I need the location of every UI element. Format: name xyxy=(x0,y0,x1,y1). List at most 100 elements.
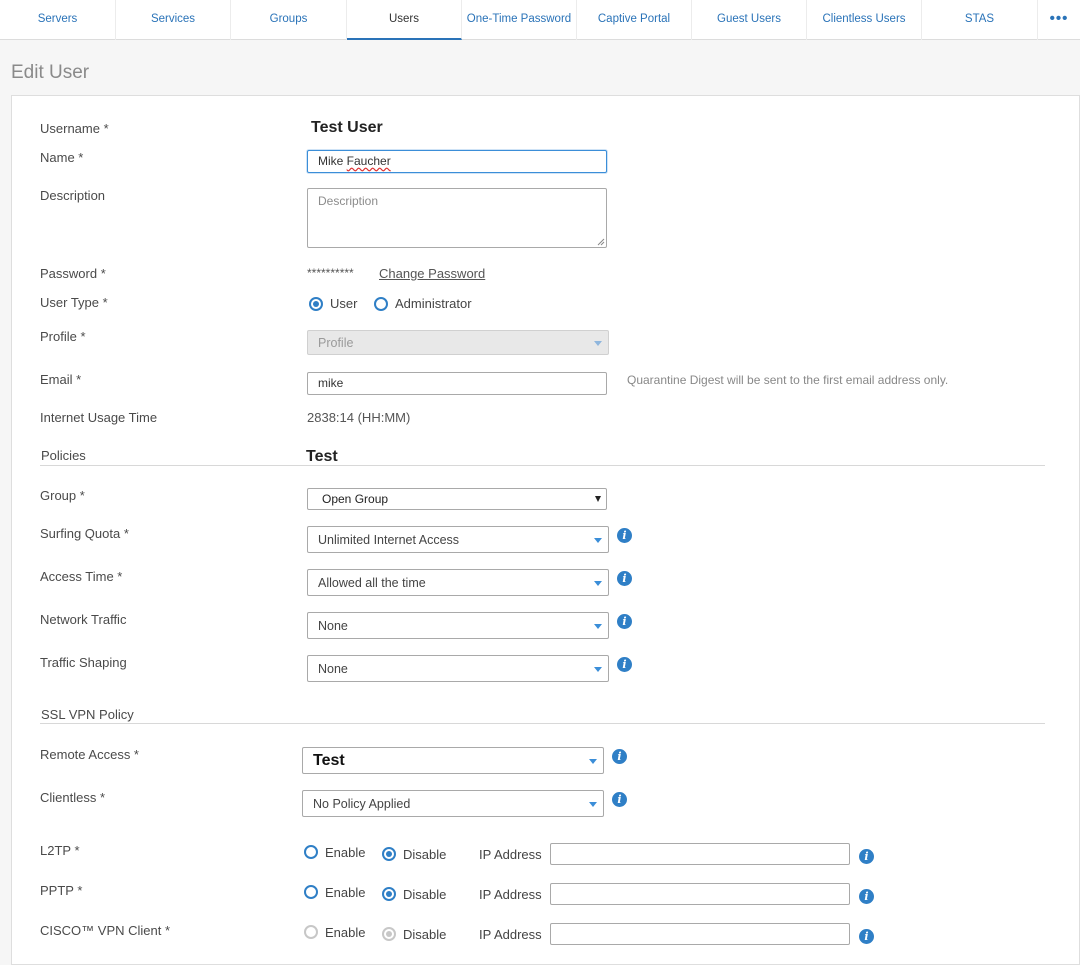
top-tab-bar: Servers Services Groups Users One-Time P… xyxy=(0,0,1080,40)
info-icon[interactable]: i xyxy=(617,614,632,629)
email-field-value: mike xyxy=(318,376,344,390)
pptp-disable-radio[interactable] xyxy=(382,887,396,901)
l2tp-disable-label: Disable xyxy=(403,847,447,862)
traffic-shaping-label: Traffic Shaping xyxy=(40,655,127,670)
traffic-shaping-select-value: None xyxy=(318,661,348,676)
username-value: Test User xyxy=(311,119,383,136)
chevron-down-icon xyxy=(594,580,602,586)
change-password-link[interactable]: Change Password xyxy=(379,266,485,281)
cisco-disable-radio[interactable] xyxy=(382,927,396,941)
clientless-select-value: No Policy Applied xyxy=(313,796,411,811)
remote-access-label: Remote Access * xyxy=(40,747,139,762)
edit-user-form: Username * Test User Name * Mike Faucher… xyxy=(11,95,1080,965)
user-type-label: User Type * xyxy=(40,295,108,310)
internet-usage-label: Internet Usage Time xyxy=(40,410,158,425)
tab-captive-portal[interactable]: Captive Portal xyxy=(577,0,692,40)
tab-groups[interactable]: Groups xyxy=(231,0,347,40)
l2tp-enable-label: Enable xyxy=(325,845,366,860)
l2tp-label: L2TP * xyxy=(40,843,80,858)
surfing-quota-label: Surfing Quota * xyxy=(40,526,129,541)
chevron-down-icon xyxy=(594,623,602,629)
info-icon[interactable]: i xyxy=(617,571,632,586)
group-select-value: Open Group xyxy=(322,492,389,506)
info-icon[interactable]: i xyxy=(859,849,874,864)
cisco-enable-radio[interactable] xyxy=(304,925,318,939)
user-type-user-radio[interactable] xyxy=(309,297,323,311)
info-icon[interactable]: i xyxy=(612,792,627,807)
internet-usage-value: 2838:14 (HH:MM) xyxy=(307,410,411,425)
name-field-first: Mike xyxy=(318,154,347,168)
info-icon[interactable]: i xyxy=(617,528,632,543)
clientless-select[interactable]: No Policy Applied xyxy=(302,790,604,817)
surfing-quota-select-value: Unlimited Internet Access xyxy=(318,532,460,547)
chevron-down-icon xyxy=(595,496,601,502)
chevron-down-icon xyxy=(589,801,597,807)
chevron-down-icon xyxy=(589,758,597,764)
user-type-user-label: User xyxy=(330,296,358,311)
email-field[interactable]: mike xyxy=(307,372,607,395)
resize-handle-icon[interactable] xyxy=(597,238,605,246)
access-time-select-value: Allowed all the time xyxy=(318,575,426,590)
pptp-enable-label: Enable xyxy=(325,885,366,900)
cisco-ip-label: IP Address xyxy=(479,927,542,942)
cisco-disable-label: Disable xyxy=(403,927,447,942)
profile-select[interactable]: Profile xyxy=(307,330,609,355)
tab-guest-users[interactable]: Guest Users xyxy=(692,0,807,40)
cisco-ip-field[interactable] xyxy=(550,923,850,945)
ssl-vpn-section-label: SSL VPN Policy xyxy=(41,707,134,722)
l2tp-ip-field[interactable] xyxy=(550,843,850,865)
tab-clientless-users[interactable]: Clientless Users xyxy=(807,0,922,40)
username-label: Username * xyxy=(40,121,109,136)
l2tp-disable-radio[interactable] xyxy=(382,847,396,861)
profile-label: Profile * xyxy=(40,329,86,344)
email-note: Quarantine Digest will be sent to the fi… xyxy=(627,373,949,387)
info-icon[interactable]: i xyxy=(617,657,632,672)
password-masked: ********** xyxy=(307,266,354,280)
tab-stas[interactable]: STAS xyxy=(922,0,1038,40)
network-traffic-select[interactable]: None xyxy=(307,612,609,639)
access-time-label: Access Time * xyxy=(40,569,123,584)
page-title: Edit User xyxy=(11,62,90,83)
surfing-quota-select[interactable]: Unlimited Internet Access xyxy=(307,526,609,553)
remote-access-select-value: Test xyxy=(313,751,345,769)
description-label: Description xyxy=(40,188,106,203)
chevron-down-icon xyxy=(594,666,602,672)
pptp-label: PPTP * xyxy=(40,883,83,898)
group-select[interactable]: Open Group xyxy=(307,488,607,510)
name-field[interactable]: Mike Faucher xyxy=(307,150,607,173)
tab-servers[interactable]: Servers xyxy=(0,0,116,40)
tab-users[interactable]: Users xyxy=(347,0,462,40)
policies-section-label: Policies xyxy=(41,448,86,463)
more-tabs-icon[interactable]: ••• xyxy=(1038,0,1080,40)
chevron-down-icon xyxy=(594,537,602,543)
group-label: Group * xyxy=(40,488,85,503)
remote-access-select[interactable]: Test xyxy=(302,747,604,774)
user-type-administrator-radio[interactable] xyxy=(374,297,388,311)
clientless-label: Clientless * xyxy=(40,790,106,805)
l2tp-ip-label: IP Address xyxy=(479,847,542,862)
email-label: Email * xyxy=(40,372,82,387)
pptp-ip-field[interactable] xyxy=(550,883,850,905)
policies-section-value: Test xyxy=(306,448,338,465)
info-icon[interactable]: i xyxy=(859,929,874,944)
info-icon[interactable]: i xyxy=(612,749,627,764)
name-label: Name * xyxy=(40,150,84,165)
cisco-vpn-label: CISCO™ VPN Client * xyxy=(40,923,171,938)
traffic-shaping-select[interactable]: None xyxy=(307,655,609,682)
password-label: Password * xyxy=(40,266,106,281)
ssl-vpn-divider xyxy=(40,723,1045,724)
pptp-disable-label: Disable xyxy=(403,887,447,902)
tab-services[interactable]: Services xyxy=(116,0,231,40)
tab-one-time-password[interactable]: One-Time Password xyxy=(462,0,577,40)
description-textarea[interactable]: Description xyxy=(307,188,607,248)
access-time-select[interactable]: Allowed all the time xyxy=(307,569,609,596)
info-icon[interactable]: i xyxy=(859,889,874,904)
policies-divider xyxy=(40,465,1045,466)
cisco-enable-label: Enable xyxy=(325,925,366,940)
profile-select-value: Profile xyxy=(318,335,354,350)
chevron-down-icon xyxy=(594,340,602,346)
pptp-enable-radio[interactable] xyxy=(304,885,318,899)
l2tp-enable-radio[interactable] xyxy=(304,845,318,859)
network-traffic-select-value: None xyxy=(318,618,348,633)
network-traffic-label: Network Traffic xyxy=(40,612,127,627)
